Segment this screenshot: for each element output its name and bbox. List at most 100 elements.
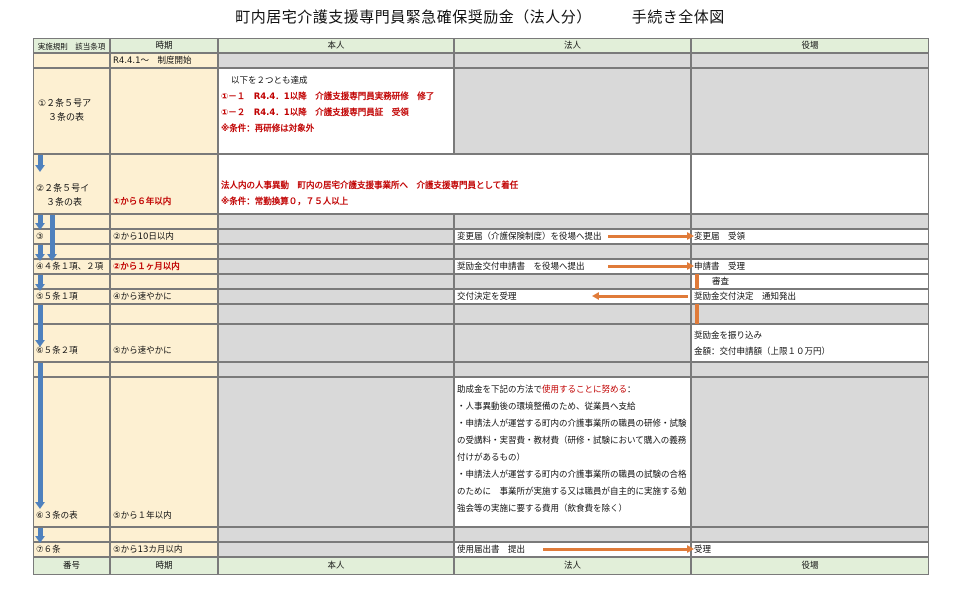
table-row-8: ⑦６条 ⑤から13カ月以内 使用届出書 提出 受理 [33, 542, 929, 557]
row6-transfer: 奨励金を振り込み [694, 331, 763, 341]
table-row-7: ⑥３条の表 ⑤から１年以内 助成金を下記の方法で使用することに努める： ・人事異… [33, 377, 929, 527]
title-sub: 手続き全体図 [631, 8, 725, 26]
table-cell [454, 324, 691, 362]
table-cell: 奨励金交付決定 通知発出 [691, 289, 929, 304]
table-row-1: ①２条５号ア ３条の表 以下を２つとも達成 ①－１ R4.4．1以降 介護支援専… [33, 68, 929, 154]
table-cell [454, 527, 691, 542]
table-cell: ②から10日以内 [110, 229, 218, 244]
row7-intro: 助成金を下記の方法で使用することに努める： [457, 382, 688, 399]
table-cell [218, 324, 454, 362]
footer-row: 番号 時期 本人 法人 役場 [33, 557, 929, 575]
flow-arrow-left [592, 292, 688, 300]
table-cell [454, 304, 691, 324]
row2-period: ①から６年以内 [113, 197, 172, 207]
table-cell [218, 244, 454, 259]
table-cell: 申請書 受理 [691, 259, 929, 274]
table-cell [218, 377, 454, 527]
row7-period: ⑤から１年以内 [113, 511, 172, 521]
table-cell: ⑤から１年以内 [110, 377, 218, 527]
table-row-3: ③ ②から10日以内 変更届（介護保険制度）を役場へ提出 変更届 受領 [33, 229, 929, 244]
table-cell: ⑤から13カ月以内 [110, 542, 218, 557]
table-cell [691, 53, 929, 68]
header-col4: 法人 [454, 38, 691, 53]
flow-arrow-down [35, 305, 45, 347]
table-cell [218, 229, 454, 244]
table-cell [33, 53, 110, 68]
table-cell: ④４条１項、２項 [33, 259, 110, 274]
table-cell [454, 53, 691, 68]
footer-col1: 番号 [33, 557, 110, 575]
table-cell [33, 304, 110, 324]
flow-arrow-right [608, 232, 694, 240]
footer-col4: 法人 [454, 557, 691, 575]
table-cell [110, 68, 218, 154]
table-cell: ②から１ヶ月以内 [110, 259, 218, 274]
table-cell [218, 259, 454, 274]
row7-intro-post: ： [627, 385, 636, 395]
header-col5: 役場 [691, 38, 929, 53]
table-row-spacer [33, 304, 929, 324]
table-cell [218, 527, 454, 542]
row1-clause-b: ３条の表 [48, 113, 85, 123]
title-main: 町内居宅介護支援専門員緊急確保奨励金（法人分） [235, 8, 592, 26]
page-title: 町内居宅介護支援専門員緊急確保奨励金（法人分） 手続き全体図 [0, 6, 960, 27]
flow-connector [695, 304, 699, 324]
table-cell [691, 68, 929, 154]
table-cell [691, 304, 929, 324]
table-cell [218, 53, 454, 68]
table-cell [218, 304, 454, 324]
flow-arrow-right [608, 262, 694, 270]
header-col2: 時期 [110, 38, 218, 53]
table-cell [691, 154, 929, 214]
row2-clause-b: ３条の表 [46, 198, 83, 208]
flow-arrow-down [35, 363, 45, 509]
table-cell [691, 244, 929, 259]
table-cell [691, 527, 929, 542]
row6-period: ⑤から速やかに [113, 346, 172, 356]
table-row-6: ⑥５条２項 ⑤から速やかに 奨励金を振り込み 金額：交付申請額（上限１０万円） [33, 324, 929, 362]
flow-arrow-down [35, 528, 45, 543]
flow-arrow-down [35, 245, 45, 261]
row2-note: ※条件：常勤換算０，７５人以上 [221, 197, 349, 207]
flow-arrow-down [47, 215, 57, 261]
flow-arrow-down [35, 215, 45, 230]
table-cell: ②２条５号イ ３条の表 [33, 154, 110, 214]
table-cell [454, 274, 691, 289]
table-row-spacer [33, 244, 929, 259]
table-cell [454, 214, 691, 229]
table-cell [110, 214, 218, 229]
procedure-table: 実施規則 該当条項 時期 本人 法人 役場 R4.4.1～ 制度開始 ①２条５号… [33, 38, 929, 575]
header-col3: 本人 [218, 38, 454, 53]
table-cell [691, 214, 929, 229]
header-row: 実施規則 該当条項 時期 本人 法人 役場 [33, 38, 929, 53]
table-cell: ①から６年以内 [110, 154, 218, 214]
table-cell: 奨励金を振り込み 金額：交付申請額（上限１０万円） [691, 324, 929, 362]
table-cell: ⑤から速やかに [110, 324, 218, 362]
table-cell [454, 362, 691, 377]
row7-bullet-1: ・人事異動後の環境整備のため、従業員へ支給 [457, 402, 636, 412]
table-row-5: ⑤５条１項 ④から速やかに 交付決定を受理 奨励金交付決定 通知発出 [33, 289, 929, 304]
table-cell [218, 362, 454, 377]
table-cell [691, 362, 929, 377]
table-cell: 以下を２つとも達成 ①－１ R4.4．1以降 介護支援専門員実務研修 修了 ①－… [218, 68, 454, 154]
row6-amount: 金額：交付申請額（上限１０万円） [694, 347, 831, 357]
table-cell [218, 214, 454, 229]
table-cell: 審査 [691, 274, 929, 289]
row7-intro-emphasis: 使用することに努める [542, 385, 628, 395]
row1-note: ※条件：再研修は対象外 [221, 124, 315, 134]
table-cell: ④から速やかに [110, 289, 218, 304]
table-row-4: ④４条１項、２項 ②から１ヶ月以内 奨励金交付申請書 を役場へ提出 申請書 受理 [33, 259, 929, 274]
table-cell [110, 274, 218, 289]
flow-arrow-down [35, 275, 45, 291]
row7-bullet-3: ・申請法人が運営する町内の介護事業所の職員の試験の合格のために 事業所が実施する… [457, 470, 687, 514]
footer-col2: 時期 [110, 557, 218, 575]
row2-clause-a: ②２条５号イ [36, 184, 90, 194]
flow-arrow-down [35, 155, 45, 172]
table-cell: 受理 [691, 542, 929, 557]
row2-event: 法人内の人事異動 町内の居宅介護支援事業所へ 介護支援専門員として着任 [221, 181, 519, 191]
table-row-start: R4.4.1～ 制度開始 [33, 53, 929, 68]
table-cell [110, 304, 218, 324]
table-row-spacer [33, 527, 929, 542]
table-cell: 法人内の人事異動 町内の居宅介護支援事業所へ 介護支援専門員として着任 ※条件：… [218, 154, 691, 214]
row1-intro: 以下を２つとも達成 [231, 76, 308, 86]
